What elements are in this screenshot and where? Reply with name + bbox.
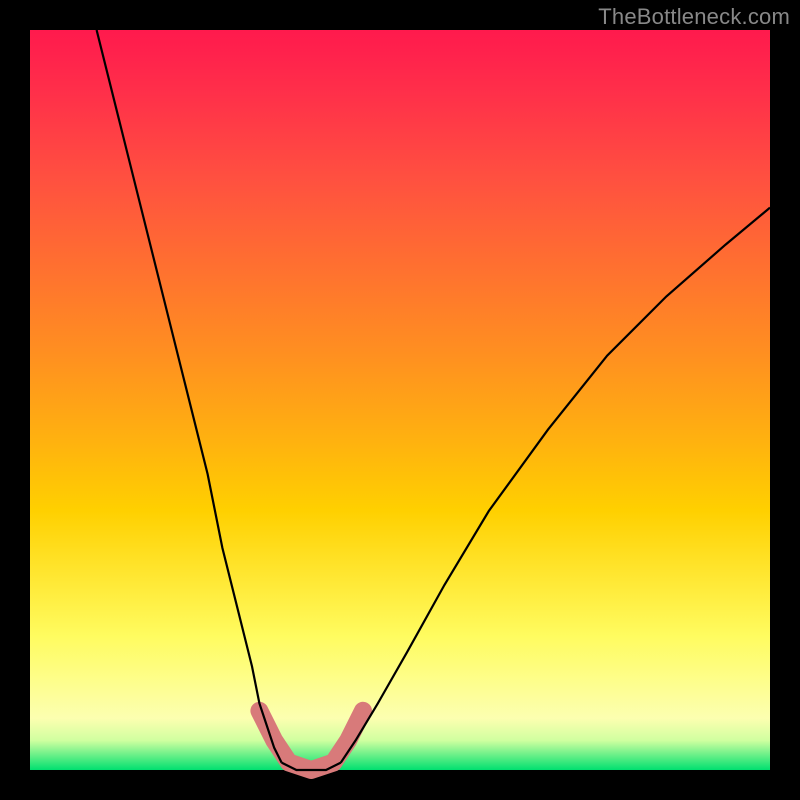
bottleneck-curve-right — [341, 208, 770, 763]
chart-container: TheBottleneck.com — [0, 0, 800, 800]
valley-highlight — [259, 711, 363, 770]
bottleneck-curve-left — [97, 30, 282, 763]
chart-svg — [30, 30, 770, 770]
watermark-text: TheBottleneck.com — [598, 4, 790, 30]
